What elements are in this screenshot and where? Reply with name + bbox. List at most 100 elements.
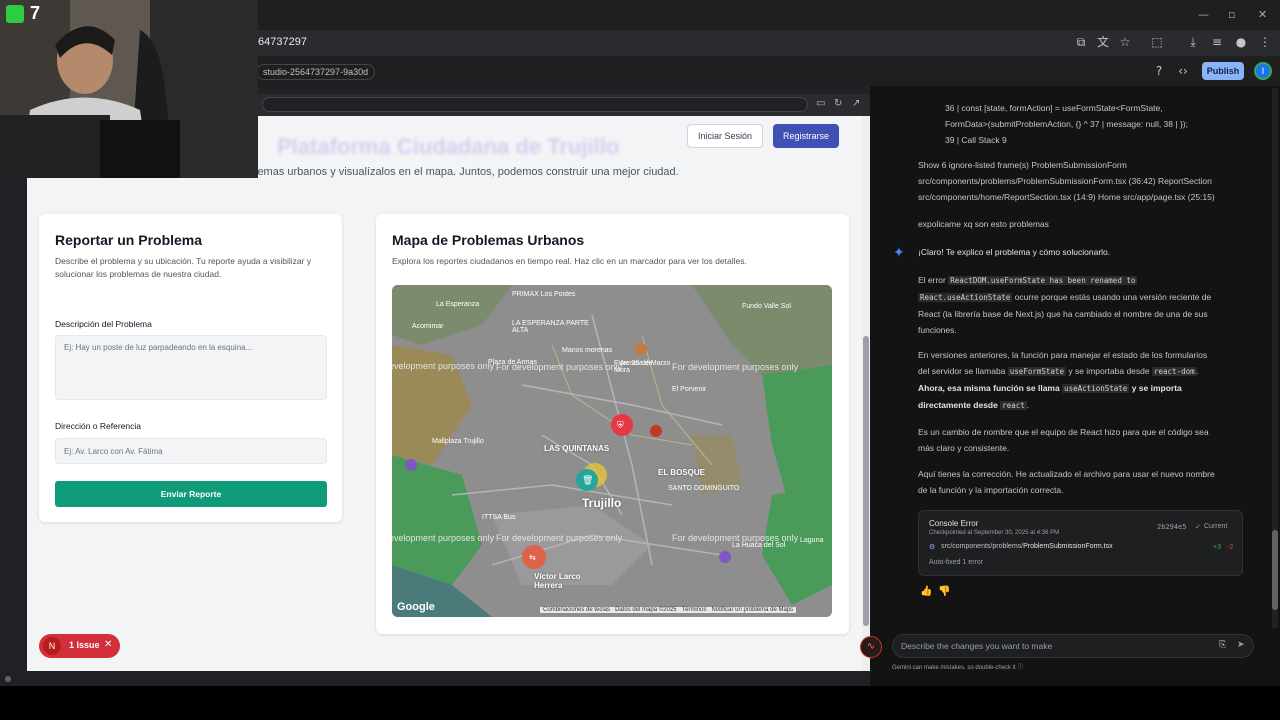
user-avatar[interactable]: I xyxy=(1254,62,1272,80)
map-label: LAS QUINTANAS xyxy=(544,444,610,453)
map-description: Explora los reportes ciudadanos en tiemp… xyxy=(392,256,747,266)
minimize-icon[interactable]: — xyxy=(1198,8,1209,21)
file-icon: ⚙ xyxy=(929,543,936,551)
close-icon[interactable]: ✕ xyxy=(104,639,112,650)
app-scrollbar-thumb[interactable] xyxy=(863,336,869,626)
description-textarea[interactable]: Ej: Hay un poste de luz parpadeando en l… xyxy=(55,335,327,400)
map-data-text: Datos del mapa ©2025 xyxy=(615,607,677,613)
chat-scrollbar-thumb[interactable] xyxy=(1272,530,1278,610)
text: del servidor se llamaba xyxy=(918,366,1006,376)
refresh-icon[interactable]: ↻ xyxy=(834,98,842,109)
stack-line: FormData>(submitProblemAction, {} ^ 37 |… xyxy=(945,119,1188,129)
media-icon[interactable]: ≡ xyxy=(1210,35,1224,49)
help-icon[interactable]: ? xyxy=(1152,64,1166,78)
dev-watermark: For development purposes only xyxy=(672,533,799,543)
frames-line: Show 6 ignore-listed frame(s) ProblemSub… xyxy=(918,160,1127,170)
checkpoint-hash: 2b294e5 xyxy=(1157,523,1187,531)
prompt-input[interactable]: Describe the changes you want to make ⎘ … xyxy=(892,634,1254,658)
stack-line: 36 | const [state, formAction] = useForm… xyxy=(945,103,1163,113)
map-label: Av. 26 de Marzo xyxy=(620,360,671,367)
preview-url-field[interactable] xyxy=(262,97,808,112)
file-name: ProblemSubmissionForm.tsx xyxy=(1023,543,1113,550)
attach-icon[interactable]: ⎘ xyxy=(1219,640,1226,650)
reply-paragraph-1: El error ReactDOM.useFormState has been … xyxy=(918,272,1248,338)
project-chip[interactable]: studio-2564737297-9a30d xyxy=(256,64,376,80)
text: Aquí tienes la corrección. He actualizad… xyxy=(918,469,1215,479)
map-view[interactable]: ⛨ 🗑 ⇆ La Esperanza PRIMAX Los Postes Fun… xyxy=(392,285,832,617)
inline-code: useFormState xyxy=(1007,367,1066,376)
map-label: SANTO DOMINGUITO xyxy=(668,485,740,492)
webcam-overlay: 7 xyxy=(0,0,258,178)
page-subtitle: lemas urbanos y visualízalos en el mapa.… xyxy=(255,166,679,178)
checkpoint-title: Console Error xyxy=(929,519,979,528)
map-label: EL BOSQUE xyxy=(658,468,705,477)
map-label: ITTSA Bus xyxy=(482,514,516,521)
inline-code: react-dom xyxy=(1152,367,1197,376)
file-path[interactable]: src/components/problems/ProblemSubmissio… xyxy=(941,543,1113,550)
report-card: Reportar un Problema Describe el problem… xyxy=(39,214,342,522)
submit-report-button[interactable]: Enviar Reporte xyxy=(55,481,327,507)
maximize-icon[interactable]: ▫ xyxy=(1228,8,1235,21)
extensions-icon[interactable]: ⬚ xyxy=(1150,35,1164,49)
text: En versiones anteriores, la función para… xyxy=(918,350,1208,360)
profile-icon[interactable]: ● xyxy=(1234,35,1248,49)
svg-text:⇆: ⇆ xyxy=(529,553,536,562)
close-window-icon[interactable]: ✕ xyxy=(1258,8,1267,21)
publish-button[interactable]: Publish xyxy=(1202,62,1244,80)
map-shortcuts-link[interactable]: Combinaciones de teclas xyxy=(543,607,610,613)
code-view-icon[interactable]: ‹› xyxy=(1176,64,1190,78)
login-button[interactable]: Iniciar Sesión xyxy=(687,124,763,148)
page-title: Plataforma Ciudadana de Trujillo xyxy=(277,134,620,159)
info-icon[interactable]: ⓘ xyxy=(1017,665,1023,671)
open-new-tab-icon[interactable]: ↗ xyxy=(852,98,860,109)
current-label: Current xyxy=(1204,523,1228,530)
map-label: PRIMAX Los Postes xyxy=(512,291,576,298)
register-button[interactable]: Registrarse xyxy=(773,124,839,148)
bookmark-star-icon[interactable]: ☆ xyxy=(1118,35,1132,49)
menu-kebab-icon[interactable]: ⋮ xyxy=(1258,35,1272,49)
dev-watermark: For development purposes only xyxy=(392,361,495,371)
bottom-strip xyxy=(0,686,1280,720)
map-label: Laguna xyxy=(800,537,824,544)
report-title: Reportar un Problema xyxy=(55,232,203,248)
text: de la función y la importación correcta. xyxy=(918,485,1064,495)
address-input[interactable]: Ej: Av. Larco con Av. Fátima xyxy=(55,438,327,464)
user-message: expolicame xq son esto problemas xyxy=(918,219,1049,229)
stack-line: 39 | Call Stack 9 xyxy=(945,135,1007,145)
dev-watermark: For development purposes only xyxy=(392,533,495,543)
text: y se importa xyxy=(1131,383,1182,393)
disclaimer: Gemini can make mistakes, so double-chec… xyxy=(892,662,1023,671)
text: Es un cambio de nombre que el equipo de … xyxy=(918,427,1209,437)
translate-icon[interactable]: 文 xyxy=(1096,35,1110,49)
download-icon[interactable]: ⤓ xyxy=(1186,35,1200,49)
map-terms-link[interactable]: Términos xyxy=(681,607,706,613)
google-logo: Google xyxy=(397,601,435,613)
send-icon[interactable]: ➤ xyxy=(1237,640,1245,650)
autofix-note: Auto-fixed 1 error xyxy=(929,559,984,566)
cast-icon[interactable]: ⧉ xyxy=(1074,35,1088,49)
issues-badge[interactable]: N 1 Issue ✕ xyxy=(39,634,120,658)
text: funciones. xyxy=(918,325,957,335)
map-label: Manos morenas xyxy=(562,347,613,354)
map-label: Trujillo xyxy=(582,496,622,510)
lines-added: +3 xyxy=(1213,544,1221,551)
text: El error xyxy=(918,275,946,285)
issues-count[interactable]: 1 Issue xyxy=(69,640,100,650)
svg-text:⛨: ⛨ xyxy=(617,421,624,431)
status-dot xyxy=(5,676,11,682)
dev-watermark: For development purposes only xyxy=(672,362,799,372)
device-icon[interactable]: ▭ xyxy=(816,98,825,109)
ai-assist-icon[interactable]: ∿ xyxy=(860,636,882,658)
map-label: Fundo Valle Sol xyxy=(742,303,791,310)
map-report-link[interactable]: Notificar un problema de Maps xyxy=(711,607,793,613)
description-label: Descripción del Problema xyxy=(55,319,152,329)
url-text[interactable]: 64737297 xyxy=(258,36,307,48)
dev-watermark: For development purposes only xyxy=(496,533,623,543)
stack-trace: 36 | const [state, formAction] = useForm… xyxy=(945,100,1188,148)
nextjs-logo: N xyxy=(43,637,61,655)
thumbs-up-icon[interactable]: 👍 xyxy=(920,586,932,597)
thumbs-down-icon[interactable]: 👎 xyxy=(938,586,950,597)
checkpoint-card[interactable]: Console Error Checkpointed at September … xyxy=(918,510,1243,576)
address-label: Dirección o Referencia xyxy=(55,421,141,431)
map-label: El Porvenir xyxy=(672,386,707,393)
